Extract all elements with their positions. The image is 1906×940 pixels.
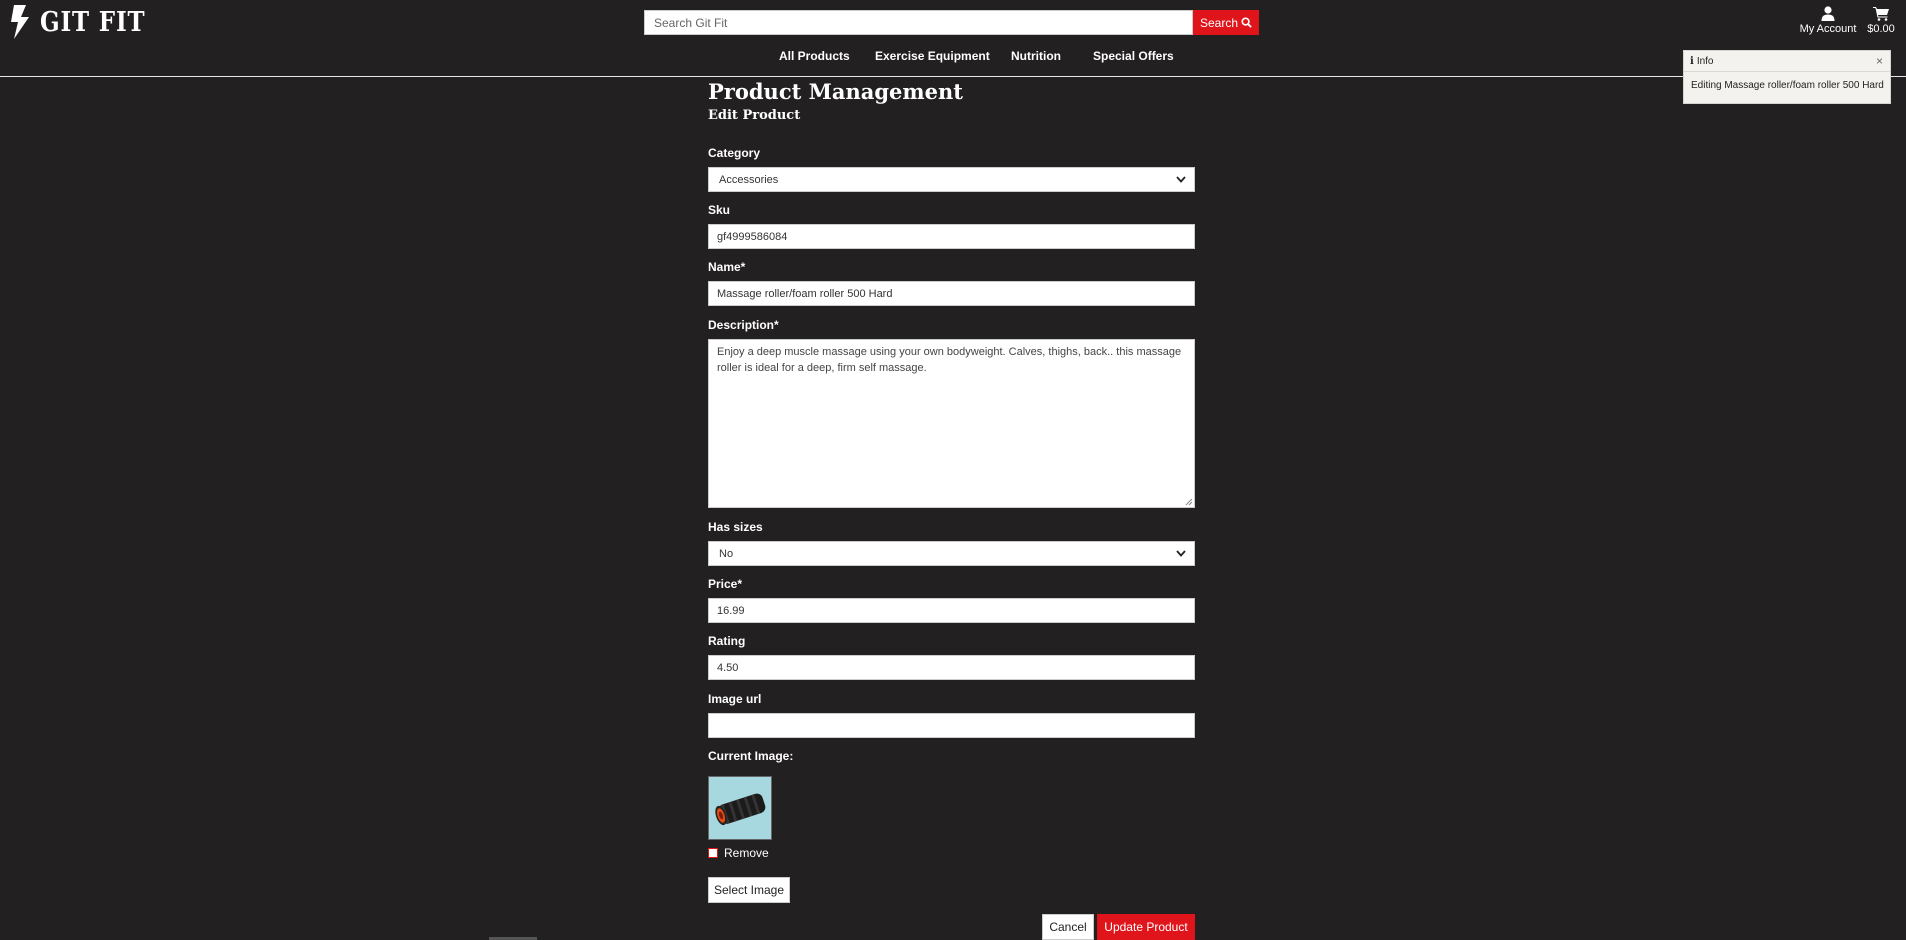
- select-image-button[interactable]: Select Image: [708, 877, 790, 903]
- cart-total: $0.00: [1867, 23, 1895, 35]
- site-header: GIT FIT Search My Account $0.00 All Prod…: [0, 0, 1906, 77]
- chevron-down-icon: [1176, 176, 1186, 183]
- current-image-label: Current Image:: [708, 749, 794, 763]
- toast-title: Info: [1696, 55, 1714, 67]
- remove-label: Remove: [724, 846, 769, 860]
- search-button-label: Search: [1199, 15, 1239, 30]
- description-value: Enjoy a deep muscle massage using your o…: [717, 346, 1182, 374]
- search-button[interactable]: Search: [1193, 10, 1259, 35]
- info-icon: i: [1690, 55, 1694, 67]
- rating-value: 4.50: [717, 661, 739, 674]
- cart-link[interactable]: $0.00: [1864, 6, 1898, 35]
- sku-label: Sku: [708, 203, 731, 217]
- sku-input[interactable]: gf4999586084: [708, 224, 1195, 249]
- has-sizes-label: Has sizes: [708, 520, 763, 534]
- description-textarea[interactable]: Enjoy a deep muscle massage using your o…: [708, 339, 1195, 508]
- remove-checkbox[interactable]: [708, 848, 718, 858]
- category-select[interactable]: Accessories: [708, 167, 1195, 192]
- cancel-button[interactable]: Cancel: [1042, 914, 1094, 940]
- update-product-button[interactable]: Update Product: [1097, 914, 1195, 940]
- main-nav: All Products Exercise Equipment Nutritio…: [0, 49, 1906, 65]
- search-form: Search: [644, 10, 1259, 35]
- rating-input[interactable]: 4.50: [708, 655, 1195, 680]
- lightning-bolt-icon: [11, 5, 29, 39]
- price-value: 16.99: [717, 604, 745, 617]
- image-url-input[interactable]: [708, 713, 1195, 738]
- image-url-label: Image url: [708, 692, 762, 706]
- nav-item-all-products[interactable]: All Products: [779, 49, 850, 63]
- page-title: Product Management: [708, 79, 963, 104]
- user-icon: [1821, 6, 1835, 21]
- toast-header: i Info ×: [1684, 51, 1890, 72]
- toast-message: Editing Massage roller/foam roller 500 H…: [1691, 80, 1884, 91]
- name-value: Massage roller/foam roller 500 Hard: [717, 287, 893, 300]
- page-subtitle: Edit Product: [708, 108, 801, 123]
- chevron-down-icon: [1176, 550, 1186, 557]
- close-icon[interactable]: ×: [1876, 54, 1883, 68]
- foam-roller-image: [709, 777, 771, 839]
- search-icon: [1241, 17, 1252, 28]
- brand-name: GIT FIT: [40, 6, 146, 38]
- info-toast: i Info × Editing Massage roller/foam rol…: [1683, 50, 1891, 104]
- nav-item-special-offers[interactable]: Special Offers: [1093, 49, 1174, 63]
- rating-label: Rating: [708, 634, 746, 648]
- my-account-link[interactable]: My Account: [1796, 6, 1860, 35]
- remove-image-row[interactable]: Remove: [708, 846, 769, 860]
- current-product-image: [708, 776, 772, 840]
- nav-item-exercise-equipment[interactable]: Exercise Equipment: [875, 49, 990, 63]
- brand-logo-link[interactable]: GIT FIT: [8, 4, 164, 40]
- description-label: Description*: [708, 318, 779, 332]
- shopping-cart-icon: [1872, 7, 1889, 21]
- name-label: Name*: [708, 260, 746, 274]
- nav-item-nutrition[interactable]: Nutrition: [1011, 49, 1061, 63]
- my-account-label: My Account: [1799, 23, 1857, 35]
- has-sizes-select[interactable]: No: [708, 541, 1195, 566]
- sku-value: gf4999586084: [717, 230, 788, 243]
- price-label: Price*: [708, 577, 743, 591]
- name-input[interactable]: Massage roller/foam roller 500 Hard: [708, 281, 1195, 306]
- search-input[interactable]: [644, 10, 1193, 35]
- price-input[interactable]: 16.99: [708, 598, 1195, 623]
- category-value: Accessories: [719, 173, 779, 186]
- resize-handle-icon[interactable]: [1185, 498, 1193, 506]
- has-sizes-value: No: [719, 547, 734, 560]
- category-label: Category: [708, 146, 761, 160]
